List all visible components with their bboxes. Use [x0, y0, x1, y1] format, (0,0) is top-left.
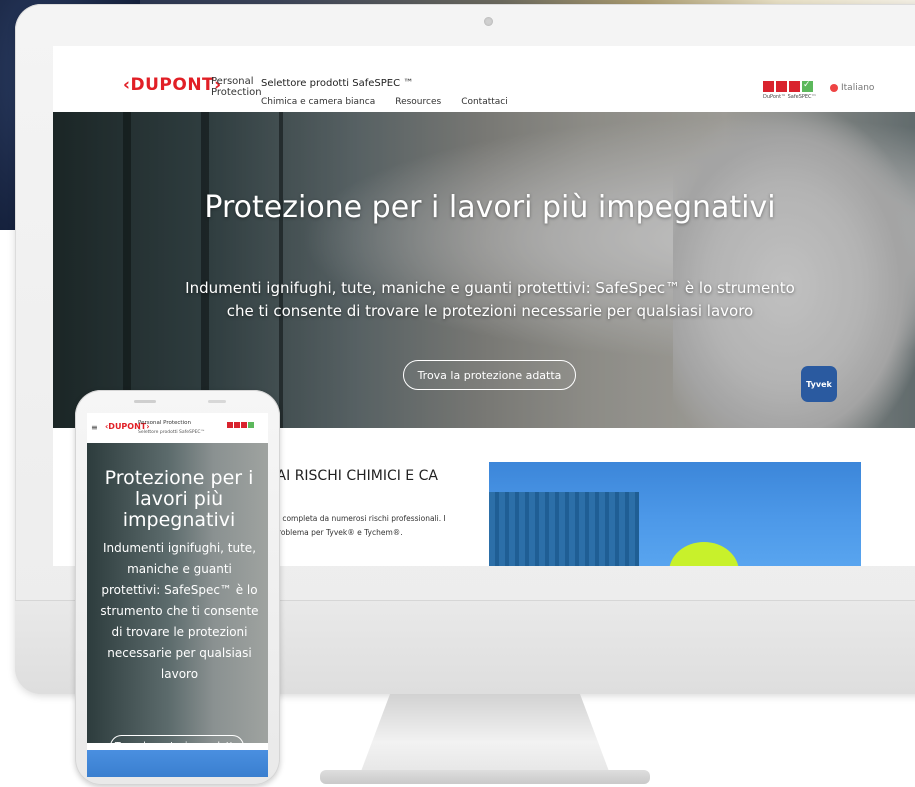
section-text: one completa da numerosi rischi professi… — [266, 512, 476, 540]
section-text-line: one completa da numerosi rischi professi… — [266, 514, 446, 523]
helmet-image — [669, 542, 739, 566]
tyvek-tag: Tyvek — [801, 366, 837, 402]
language-label: Italiano — [841, 83, 875, 93]
monitor-stand — [360, 694, 610, 774]
nav-item-contattaci[interactable]: Contattaci — [461, 97, 508, 107]
selector-title[interactable]: Selettore prodotti SafeSPEC ™ — [261, 78, 413, 89]
badge-square — [241, 422, 247, 428]
badge-square — [763, 81, 774, 92]
mobile-screen: ≡ ‹DUPONT› Personal Protection Selettore… — [87, 413, 268, 777]
monitor-camera — [484, 17, 493, 26]
mobile-safespec-badge[interactable] — [227, 422, 254, 428]
phone-speaker — [134, 400, 156, 403]
mobile-hero-subtitle: Indumenti ignifughi, tute, maniche e gua… — [100, 541, 259, 681]
nav-item-chimica[interactable]: Chimica e camera bianca — [261, 97, 375, 107]
find-protection-button[interactable]: Trova la protezione adatta — [403, 360, 576, 390]
mobile-header: ≡ ‹DUPONT› Personal Protection Selettore… — [87, 413, 268, 443]
check-icon — [802, 80, 813, 92]
hamburger-menu-icon[interactable]: ≡ — [91, 423, 98, 432]
dupont-logo[interactable]: ‹DUPONT› — [123, 75, 222, 95]
hero-banner: Tyvek Protezione per i lavori più impegn… — [53, 112, 915, 428]
mobile-selector-title[interactable]: Selettore prodotti SafeSPEC™ — [138, 430, 205, 435]
language-selector[interactable]: Italiano — [830, 83, 874, 93]
mobile-brand: Personal Protection — [138, 420, 191, 426]
nav-item-resources[interactable]: Resources — [395, 97, 441, 107]
check-icon — [248, 422, 254, 428]
site-header: ‹DUPONT› Personal Protection Selettore p… — [53, 46, 915, 112]
section-text-line: n problema per Tyvek® e Tychem®. — [266, 528, 403, 537]
monitor-stand-base — [320, 770, 650, 784]
badge-square — [234, 422, 240, 428]
section-title: DAI RISCHI CHIMICI E CA — [266, 468, 438, 484]
mobile-hero-title: Protezione per i lavori più impegnativi — [104, 467, 254, 531]
shipping-container-image — [489, 492, 639, 566]
flag-icon — [830, 84, 838, 92]
phone-sensor — [208, 400, 226, 403]
mobile-hero: Protezione per i lavori più impegnativi … — [87, 443, 268, 758]
badge-caption: DuPont™ SafeSPEC™ — [763, 94, 817, 100]
badge-square — [227, 422, 233, 428]
badge-square — [776, 81, 787, 92]
hero-subtitle: Indumenti ignifughi, tute, maniche e gua… — [185, 279, 795, 320]
hero-title: Protezione per i lavori più impegnativi — [204, 190, 776, 225]
mobile-section-image — [87, 750, 268, 777]
main-nav: Chimica e camera bianca Resources Contat… — [261, 97, 508, 107]
safespec-badge[interactable] — [763, 80, 813, 92]
badge-square — [789, 81, 800, 92]
section-image — [489, 462, 861, 566]
